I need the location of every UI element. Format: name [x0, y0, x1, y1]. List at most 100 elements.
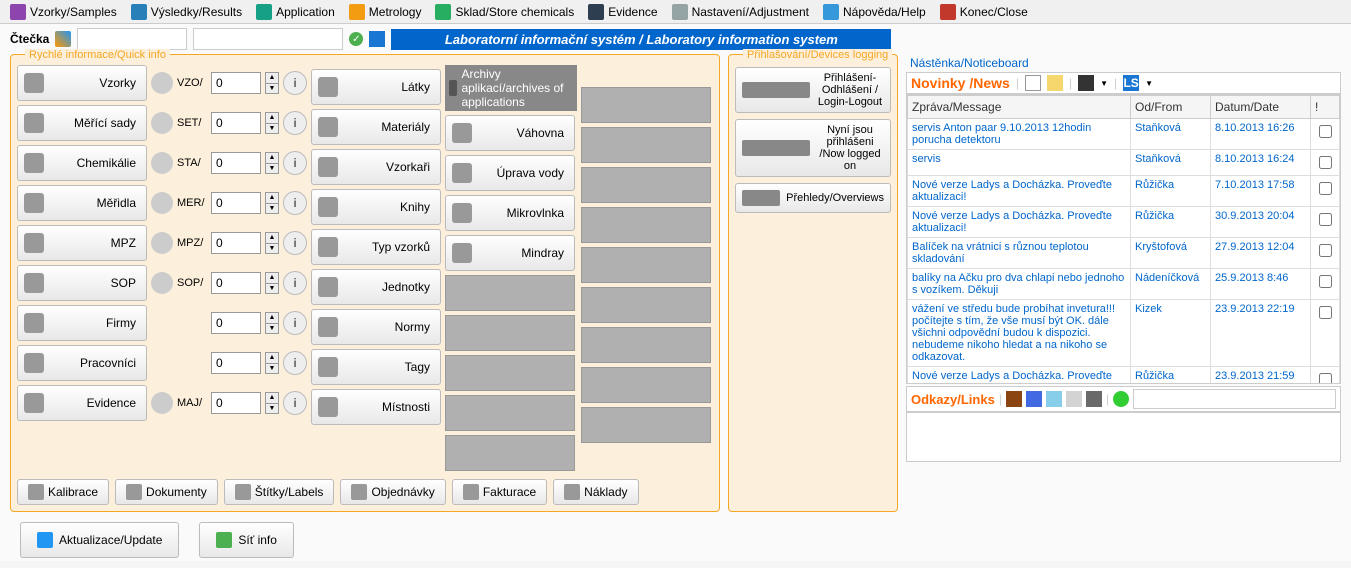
qi-spin-input[interactable] [211, 352, 261, 374]
qi-btn-pracovníci[interactable]: Pracovníci [17, 345, 147, 381]
link-icon-2[interactable] [1026, 391, 1042, 407]
info-icon[interactable]: i [283, 271, 307, 295]
ls-icon[interactable]: LS [1123, 75, 1139, 91]
qi-btn-sop[interactable]: SOP [17, 265, 147, 301]
qi-btn-místnosti[interactable]: Místnosti [311, 389, 441, 425]
toolbar-item-7[interactable]: Nápověda/Help [817, 2, 932, 22]
news-check[interactable] [1311, 367, 1340, 385]
qi-bottom-dokumenty[interactable]: Dokumenty [115, 479, 218, 505]
confirm-icon[interactable]: ✓ [349, 32, 363, 46]
toolbar-item-3[interactable]: Metrology [343, 2, 428, 22]
qi-btn-normy[interactable]: Normy [311, 309, 441, 345]
news-check[interactable] [1311, 238, 1340, 269]
qi-spin-input[interactable] [211, 152, 261, 174]
blue-square-icon[interactable] [369, 31, 385, 47]
qi-btn-mindray[interactable]: Mindray [445, 235, 575, 271]
info-icon[interactable]: i [283, 151, 307, 175]
news-checkbox[interactable] [1319, 244, 1332, 257]
link-icon-3[interactable] [1046, 391, 1062, 407]
qi-spin-buttons[interactable]: ▲▼ [265, 392, 279, 414]
news-checkbox[interactable] [1319, 182, 1332, 195]
news-row[interactable]: balíky na Ačku pro dva chlapi nebo jedno… [908, 269, 1340, 300]
qi-btn-látky[interactable]: Látky [311, 69, 441, 105]
col-from[interactable]: Od/From [1131, 96, 1211, 119]
qi-btn-chemikálie[interactable]: Chemikálie [17, 145, 147, 181]
toolbar-item-0[interactable]: Vzorky/Samples [4, 2, 123, 22]
news-checkbox[interactable] [1319, 213, 1332, 226]
info-icon[interactable]: i [283, 111, 307, 135]
now-logged-button[interactable]: Nyní jsou přihlášeni /Now logged on [735, 119, 891, 177]
user-icon[interactable] [1047, 75, 1063, 91]
info-icon[interactable]: i [283, 311, 307, 335]
qi-btn-knihy[interactable]: Knihy [311, 189, 441, 225]
qi-spin-input[interactable] [211, 112, 261, 134]
toolbar-item-6[interactable]: Nastavení/Adjustment [666, 2, 815, 22]
qi-btn-váhovna[interactable]: Váhovna [445, 115, 575, 151]
new-note-icon[interactable] [1025, 75, 1041, 91]
qi-spin-buttons[interactable]: ▲▼ [265, 112, 279, 134]
news-checkbox[interactable] [1319, 125, 1332, 138]
qi-btn-typ vzorků[interactable]: Typ vzorků [311, 229, 441, 265]
qi-spin-buttons[interactable]: ▲▼ [265, 232, 279, 254]
qi-btn-tagy[interactable]: Tagy [311, 349, 441, 385]
qi-spin-input[interactable] [211, 272, 261, 294]
qi-btn-mikrovlnka[interactable]: Mikrovlnka [445, 195, 575, 231]
qi-btn-mpz[interactable]: MPZ [17, 225, 147, 261]
info-icon[interactable]: i [283, 71, 307, 95]
qi-btn-vzorkaři[interactable]: Vzorkaři [311, 149, 441, 185]
news-check[interactable] [1311, 300, 1340, 367]
col-message[interactable]: Zpráva/Message [908, 96, 1131, 119]
news-row[interactable]: Nové verze Ladys a Docházka. Proveďte ak… [908, 367, 1340, 385]
qi-spin-input[interactable] [211, 392, 261, 414]
news-check[interactable] [1311, 176, 1340, 207]
toolbar-item-1[interactable]: Výsledky/Results [125, 2, 248, 22]
toolbar-item-4[interactable]: Sklad/Store chemicals [429, 2, 580, 22]
filter-icon[interactable] [1078, 75, 1094, 91]
news-checkbox[interactable] [1319, 373, 1332, 384]
info-icon[interactable]: i [283, 191, 307, 215]
qi-btn-evidence[interactable]: Evidence [17, 385, 147, 421]
news-row[interactable]: Nové verze Ladys a Docházka. Proveďte ak… [908, 207, 1340, 238]
qi-btn-jednotky[interactable]: Jednotky [311, 269, 441, 305]
netinfo-button[interactable]: Síť info [199, 522, 294, 558]
qi-btn-úprava vody[interactable]: Úprava vody [445, 155, 575, 191]
qi-spin-buttons[interactable]: ▲▼ [265, 192, 279, 214]
toolbar-item-5[interactable]: Evidence [582, 2, 663, 22]
news-checkbox[interactable] [1319, 306, 1332, 319]
news-table-wrap[interactable]: Zpráva/Message Od/From Datum/Date ! serv… [906, 94, 1341, 384]
link-icon-4[interactable] [1066, 391, 1082, 407]
qi-btn-měřidla[interactable]: Měřidla [17, 185, 147, 221]
globe-icon[interactable] [1113, 391, 1129, 407]
qi-bottom-náklady[interactable]: Náklady [553, 479, 638, 505]
news-row[interactable]: servisStaňková8.10.2013 16:24 [908, 150, 1340, 176]
info-icon[interactable]: i [283, 391, 307, 415]
news-check[interactable] [1311, 150, 1340, 176]
news-row[interactable]: servis Anton paar 9.10.2013 12hodin poru… [908, 119, 1340, 150]
qi-bottom-fakturace[interactable]: Fakturace [452, 479, 547, 505]
qi-btn-měřící sady[interactable]: Měřící sady [17, 105, 147, 141]
qi-spin-buttons[interactable]: ▲▼ [265, 152, 279, 174]
info-icon[interactable]: i [283, 231, 307, 255]
qi-spin-buttons[interactable]: ▲▼ [265, 72, 279, 94]
reader-input-2[interactable] [193, 28, 343, 50]
qi-bottom-objednávky[interactable]: Objednávky [340, 479, 445, 505]
col-flag[interactable]: ! [1311, 96, 1340, 119]
news-row[interactable]: Nové verze Ladys a Docházka. Proveďte ak… [908, 176, 1340, 207]
news-check[interactable] [1311, 269, 1340, 300]
login-logout-button[interactable]: Přihlášení-Odhlášení / Login-Logout [735, 67, 891, 113]
reader-input-1[interactable] [77, 28, 187, 50]
toolbar-item-2[interactable]: Application [250, 2, 341, 22]
news-checkbox[interactable] [1319, 156, 1332, 169]
qi-spin-input[interactable] [211, 232, 261, 254]
col-date[interactable]: Datum/Date [1211, 96, 1311, 119]
news-row[interactable]: Balíček na vrátnici s různou teplotou sk… [908, 238, 1340, 269]
news-checkbox[interactable] [1319, 275, 1332, 288]
link-icon-1[interactable] [1006, 391, 1022, 407]
toolbar-item-8[interactable]: Konec/Close [934, 2, 1034, 22]
links-input[interactable] [1133, 389, 1336, 409]
news-row[interactable]: vážení ve středu bude probíhat invetura!… [908, 300, 1340, 367]
qi-spin-buttons[interactable]: ▲▼ [265, 312, 279, 334]
qi-bottom-štítky/labels[interactable]: Štítky/Labels [224, 479, 335, 505]
qi-spin-input[interactable] [211, 72, 261, 94]
overviews-button[interactable]: Přehledy/Overviews [735, 183, 891, 213]
